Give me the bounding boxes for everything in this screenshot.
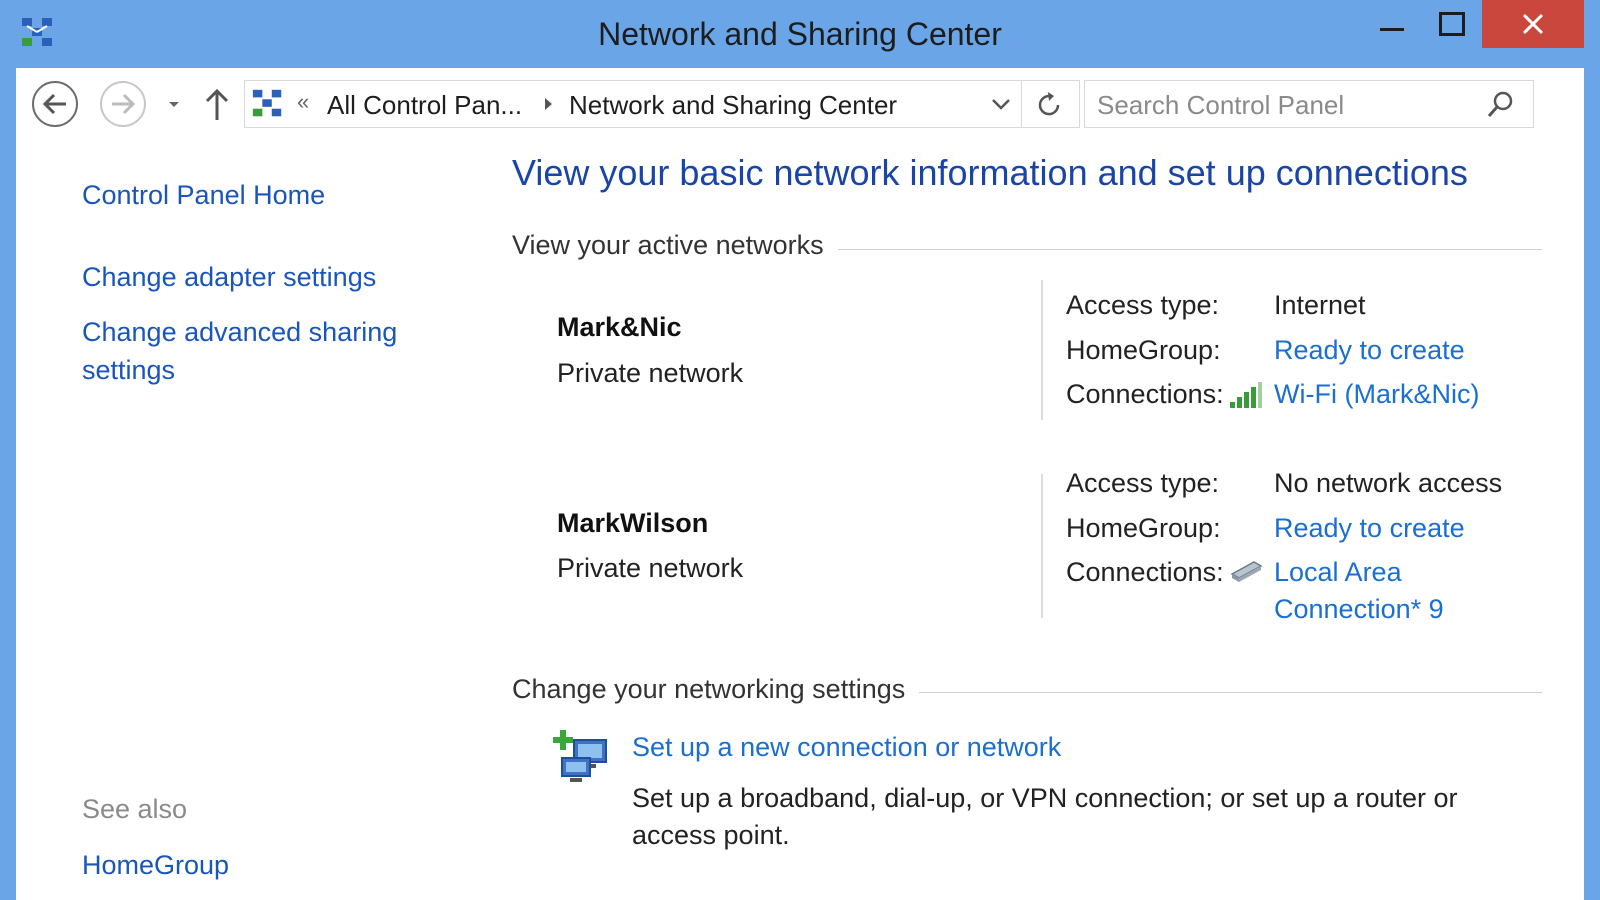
address-bar[interactable]: « All Control Pan... Network and Sharing… (244, 80, 1080, 128)
breadcrumb-current[interactable]: Network and Sharing Center (569, 90, 897, 121)
section-divider (914, 692, 1542, 693)
section-divider (826, 249, 1542, 250)
sidebar-item-change-adapter-settings[interactable]: Change adapter settings (82, 258, 422, 296)
close-icon (1522, 13, 1544, 35)
active-networks-heading: View your active networks (512, 230, 838, 261)
address-divider (1021, 81, 1022, 127)
client-area: « All Control Pan... Network and Sharing… (16, 68, 1584, 900)
search-input[interactable] (1095, 85, 1479, 125)
search-box[interactable] (1084, 80, 1534, 128)
access-type-label: Access type: (1066, 290, 1220, 320)
network-divider (1041, 280, 1043, 420)
access-type-label: Access type: (1066, 468, 1220, 498)
minimize-icon (1380, 28, 1404, 31)
breadcrumb-chevron-icon[interactable] (541, 93, 557, 115)
connections-label: Connections: (1066, 557, 1224, 587)
breadcrumb-overflow[interactable]: « (297, 89, 309, 115)
homegroup-label: HomeGroup: (1066, 513, 1221, 543)
back-arrow-icon (42, 93, 66, 115)
search-icon[interactable] (1485, 89, 1517, 121)
network-center-icon (252, 89, 282, 117)
maximize-icon (1439, 12, 1465, 36)
change-settings-heading: Change your networking settings (512, 674, 920, 705)
sidebar-item-control-panel-home[interactable]: Control Panel Home (82, 176, 422, 214)
new-connection-icon[interactable] (552, 728, 612, 786)
window: Network and Sharing Center « All Control… (0, 0, 1600, 900)
local-area-connection-link[interactable]: Local Area (1274, 557, 1402, 588)
network-adapter-icon (1230, 561, 1263, 582)
page-title: View your basic network information and … (512, 152, 1468, 193)
setup-new-connection-link[interactable]: Set up a new connection or network (632, 732, 1061, 763)
forward-button[interactable] (100, 81, 146, 127)
network-name: Mark&Nic (557, 312, 682, 342)
forward-arrow-icon (112, 93, 136, 115)
wifi-signal-icon (1230, 382, 1262, 408)
maximize-button[interactable] (1422, 0, 1482, 48)
window-title: Network and Sharing Center (598, 16, 1002, 52)
minimize-button[interactable] (1362, 0, 1422, 48)
local-area-connection-link-line2[interactable]: Connection* 9 (1274, 594, 1444, 625)
back-button[interactable] (32, 81, 78, 127)
see-also-label: See also (82, 794, 188, 824)
close-button[interactable] (1482, 0, 1584, 48)
refresh-icon[interactable] (1033, 89, 1065, 121)
network-category: Private network (557, 553, 744, 583)
network-divider (1041, 474, 1043, 618)
network-name: MarkWilson (557, 508, 709, 538)
title-bar[interactable]: Network and Sharing Center (0, 0, 1600, 68)
breadcrumb-all-control-panel[interactable]: All Control Pan... (327, 90, 522, 121)
homegroup-link[interactable]: Ready to create (1274, 335, 1465, 366)
up-arrow-icon[interactable] (202, 88, 232, 122)
wifi-connection-link[interactable]: Wi-Fi (Mark&Nic) (1274, 379, 1479, 410)
chevron-down-icon[interactable] (989, 93, 1013, 115)
network-category: Private network (557, 358, 744, 388)
setup-new-connection-description: Set up a broadband, dial-up, or VPN conn… (632, 783, 1458, 850)
access-type-value: No network access (1274, 468, 1503, 498)
access-type-value: Internet (1274, 290, 1366, 320)
sidebar-item-change-advanced-sharing-settings[interactable]: Change advanced sharing settings (82, 313, 422, 389)
recent-locations-dropdown-icon[interactable] (164, 94, 184, 114)
navigation-bar: « All Control Pan... Network and Sharing… (16, 68, 1584, 142)
connections-label: Connections: (1066, 379, 1224, 409)
homegroup-label: HomeGroup: (1066, 335, 1221, 365)
sidebar-item-homegroup[interactable]: HomeGroup (82, 846, 422, 884)
homegroup-link[interactable]: Ready to create (1274, 513, 1465, 544)
